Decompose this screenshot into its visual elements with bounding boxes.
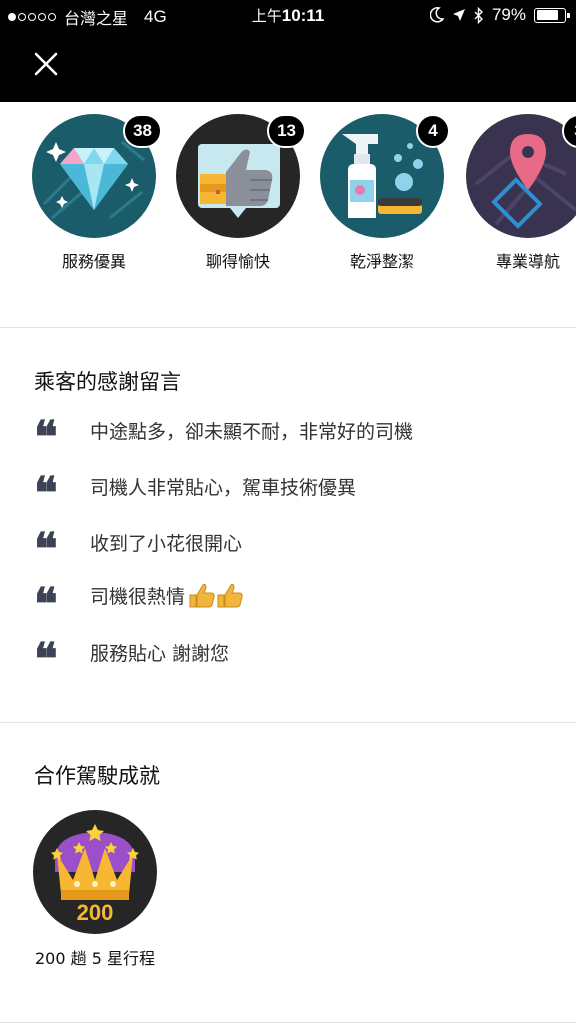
achievement-number: 200 — [77, 900, 114, 925]
close-icon — [34, 52, 58, 76]
badge-navigation[interactable]: 3 專業導航 — [458, 114, 576, 272]
quote-icon: ❝ — [34, 634, 58, 685]
compliments-title: 乘客的感謝留言 — [34, 370, 181, 394]
badge-count: 38 — [123, 114, 162, 148]
comment-text: 收到了小花很開心 — [90, 532, 243, 555]
header — [0, 30, 576, 102]
battery-percent: 79% — [491, 5, 526, 24]
achievement-item[interactable]: 200 200 趟 5 星行程 — [32, 810, 158, 970]
divider — [0, 1022, 576, 1023]
location-arrow-icon — [452, 9, 465, 21]
battery-icon — [534, 7, 570, 23]
achievements-title: 合作駕駛成就 — [34, 764, 160, 788]
achievement-label: 200 趟 5 星行程 — [35, 949, 155, 968]
badge-circle: 38 — [32, 114, 162, 238]
comment-item: ❝ 收到了小花很開心 — [34, 524, 243, 575]
badge-service[interactable]: 38 服務優異 — [24, 114, 164, 272]
status-bar: 台灣之星 4G 上午10:11 79% — [0, 0, 576, 30]
battery-level — [536, 10, 558, 20]
moon-icon — [429, 7, 444, 23]
badge-conversation[interactable]: 13 聊得愉快 — [168, 114, 308, 272]
comment-text: 中途點多，卻未顯不耐，非常好的司機 — [90, 420, 414, 443]
quote-icon: ❝ — [34, 412, 58, 463]
comment-text: 司機很熱情 — [90, 581, 245, 614]
quote-icon: ❝ — [34, 524, 58, 575]
badge-label: 服務優異 — [61, 252, 126, 271]
comment-item: ❝ 司機很熱情 — [34, 579, 245, 630]
divider — [0, 722, 576, 723]
comment-text-value: 司機很熱情 — [90, 585, 186, 608]
close-button[interactable] — [30, 48, 62, 80]
status-bar-right: 79% — [429, 5, 570, 25]
badge-circle: 3 — [466, 114, 576, 238]
bluetooth-icon — [474, 6, 483, 24]
compliment-badges-row[interactable]: 38 服務優異 13 聊得愉快 4 乾淨整潔 專業導航 — [0, 114, 576, 274]
quote-icon: ❝ — [34, 579, 58, 630]
badge-count: 4 — [416, 114, 450, 148]
badge-label: 專業導航 — [495, 252, 560, 271]
badge-label: 聊得愉快 — [205, 252, 270, 271]
comment-item: ❝ 服務貼心 謝謝您 — [34, 634, 230, 685]
comment-item: ❝ 司機人非常貼心，駕車技術優異 — [34, 468, 357, 519]
badge-circle: 4 — [320, 114, 450, 238]
quote-icon: ❝ — [34, 468, 58, 519]
badge-circle: 13 — [176, 114, 306, 238]
badge-clean[interactable]: 4 乾淨整潔 — [312, 114, 452, 272]
thumbs-up-emoji-icon — [187, 581, 245, 614]
badge-label: 乾淨整潔 — [349, 252, 414, 271]
divider — [0, 327, 576, 328]
comment-text: 司機人非常貼心，駕車技術優異 — [90, 476, 357, 499]
badge-count: 13 — [267, 114, 306, 148]
comment-text: 服務貼心 謝謝您 — [90, 642, 230, 665]
map-pin-icon — [466, 114, 576, 238]
crown-icon: 200 — [33, 810, 157, 934]
time-value: 10:11 — [281, 6, 325, 25]
comment-item: ❝ 中途點多，卻未顯不耐，非常好的司機 — [34, 412, 414, 463]
time-prefix: 上午 — [251, 7, 282, 25]
